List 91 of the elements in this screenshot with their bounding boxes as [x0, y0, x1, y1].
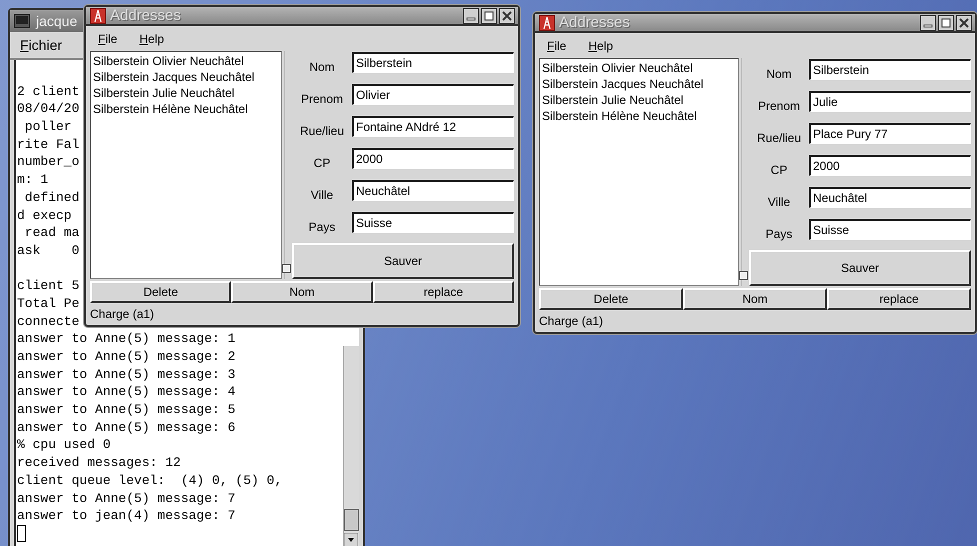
close-icon[interactable]	[956, 14, 972, 30]
list-item[interactable]: Silberstein Hélène Neuchâtel	[93, 101, 280, 117]
menu-item[interactable]: Help	[139, 32, 164, 46]
field-label: CP	[770, 162, 788, 177]
window-title: jacque	[36, 13, 78, 29]
input-field[interactable]: 2000	[809, 155, 971, 176]
field-label: Ville	[766, 194, 792, 209]
action-button[interactable]: replace	[372, 281, 514, 303]
list-item[interactable]: Silberstein Jacques Neuchâtel	[542, 76, 736, 92]
terminal-line: received messages: 12	[17, 454, 181, 472]
input-field[interactable]: Silberstein	[352, 52, 514, 73]
address-list[interactable]: Silberstein Olivier Neuchâtel Silberstein Jacques Neuchâtel Silberstein Julie Neuchâtel Silberstein Hélène Neuchâtel	[539, 58, 740, 286]
down-arrow-icon[interactable]	[344, 533, 358, 546]
field-label: Nom	[308, 59, 336, 74]
address-list[interactable]: Silberstein Olivier Neuchâtel Silberstein Jacques Neuchâtel Silberstein Julie Neuchâtel Silberstein Hélène Neuchâtel	[90, 51, 282, 279]
action-button[interactable]: Nom	[683, 288, 827, 310]
status-text: Charge (a1)	[90, 306, 156, 323]
close-icon[interactable]	[499, 8, 515, 24]
field-label: Ville	[310, 187, 334, 202]
maximize-icon[interactable]	[938, 14, 954, 30]
text-cursor	[17, 524, 26, 542]
window-title: Addresses	[110, 7, 182, 24]
terminal-line: ask 0	[17, 242, 80, 260]
menu-item[interactable]: File	[547, 38, 566, 52]
window-title: Addresses	[559, 14, 631, 31]
input-field[interactable]: Suisse	[809, 219, 971, 240]
terminal-line: answer to Anne(5) message: 2	[17, 348, 236, 366]
list-item[interactable]: Silberstein Hélène Neuchâtel	[542, 108, 736, 124]
menu-item[interactable]: File	[98, 32, 118, 46]
terminal-line: 08/04/20	[17, 100, 80, 118]
tower-icon	[539, 14, 555, 30]
terminal-line: rite Fal	[17, 136, 80, 154]
field-label: Rue/lieu	[298, 123, 346, 138]
scrollbar[interactable]	[343, 346, 359, 546]
terminal-line: answer to Anne(5) message: 7	[17, 490, 236, 508]
terminal-line: % cpu used 0	[17, 436, 111, 454]
input-field[interactable]: Fontaine ANdré 12	[352, 116, 514, 137]
terminal-line: d execp	[17, 206, 72, 224]
terminal-line: poller	[24, 118, 72, 136]
minimize-icon[interactable]	[920, 14, 936, 30]
terminal-line: number_o	[17, 153, 80, 172]
field-label: Prenom	[756, 98, 802, 113]
action-button[interactable]: replace	[827, 288, 971, 310]
save-button[interactable]: Sauver	[749, 250, 971, 286]
action-button[interactable]: Delete	[90, 281, 232, 303]
terminal-line: answer to Anne(5) message: 5	[17, 401, 236, 419]
field-label: Pays	[308, 219, 336, 234]
splitter-handle[interactable]	[739, 271, 748, 280]
list-item[interactable]: Silberstein Olivier Neuchâtel	[93, 53, 280, 69]
menu-item[interactable]: Help	[588, 38, 614, 52]
terminal-line: client queue level: (4) 0, (5) 0,	[17, 472, 282, 490]
terminal-line: Total Pe	[17, 294, 80, 313]
status-text: Charge (a1)	[539, 313, 604, 330]
scroll-thumb[interactable]	[344, 509, 359, 531]
terminal-line: connecte	[17, 312, 80, 330]
field-label: Nom	[765, 66, 793, 81]
maximize-icon[interactable]	[481, 8, 497, 24]
input-field[interactable]: Julie	[809, 91, 971, 112]
field-label: CP	[312, 155, 332, 170]
save-button[interactable]: Sauver	[292, 243, 514, 279]
terminal-line: client 5	[17, 277, 80, 295]
menu-item[interactable]: Fichier	[20, 37, 62, 53]
input-field[interactable]: Silberstein	[809, 59, 971, 80]
list-item[interactable]: Silberstein Olivier Neuchâtel	[542, 60, 736, 76]
list-item[interactable]: Silberstein Julie Neuchâtel	[542, 92, 736, 108]
input-field[interactable]: 2000	[352, 148, 514, 169]
field-label: Pays	[764, 226, 794, 241]
terminal-line: answer to Anne(5) message: 1	[17, 330, 236, 348]
terminal-line: 2 client	[17, 82, 80, 100]
field-label: Prenom	[300, 91, 344, 106]
input-field[interactable]: Place Pury 77	[809, 123, 971, 144]
terminal-icon	[14, 14, 30, 28]
input-field[interactable]: Suisse	[352, 212, 514, 233]
list-item[interactable]: Silberstein Jacques Neuchâtel	[93, 69, 280, 85]
terminal-line: answer to Anne(5) message: 4	[17, 383, 236, 402]
terminal-line: answer to jean(4) message: 7	[17, 507, 236, 525]
terminal-line: m: 1	[17, 171, 48, 189]
input-field[interactable]: Neuchâtel	[352, 180, 514, 201]
input-field[interactable]: Neuchâtel	[809, 187, 971, 208]
terminal-line: answer to Anne(5) message: 3	[17, 366, 236, 384]
terminal-line: defined	[24, 188, 80, 206]
minimize-icon[interactable]	[463, 8, 479, 24]
list-item[interactable]: Silberstein Julie Neuchâtel	[93, 85, 280, 101]
action-button[interactable]: Delete	[539, 288, 683, 310]
terminal-line: read ma	[24, 224, 80, 242]
action-button[interactable]: Nom	[231, 281, 373, 303]
field-label: Rue/lieu	[756, 130, 802, 145]
input-field[interactable]: Olivier	[352, 84, 514, 105]
splitter-handle[interactable]	[282, 264, 292, 273]
tower-icon	[90, 8, 106, 24]
terminal-line: answer to Anne(5) message: 6	[17, 418, 236, 436]
